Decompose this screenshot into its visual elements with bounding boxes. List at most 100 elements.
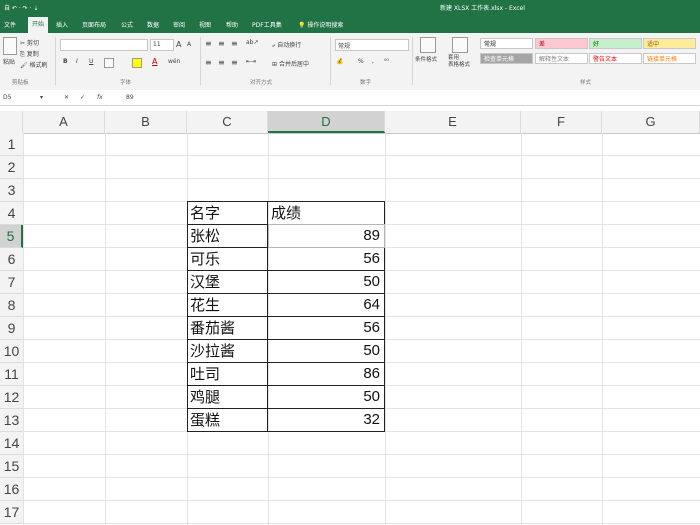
table-cell-name[interactable]: 张松 bbox=[187, 224, 268, 248]
cut-button[interactable]: ✂ 剪切 bbox=[20, 38, 39, 47]
table-header-score[interactable]: 成绩 bbox=[268, 201, 385, 225]
font-size-box[interactable]: 11 bbox=[150, 39, 174, 51]
column-header-b[interactable]: B bbox=[105, 111, 187, 133]
column-header-c[interactable]: C bbox=[187, 111, 268, 133]
align-center-icon[interactable]: ≡ bbox=[218, 58, 225, 67]
row-header-15[interactable]: 15 bbox=[0, 455, 23, 478]
table-cell-score[interactable]: 86 bbox=[268, 362, 385, 386]
table-header-name[interactable]: 名字 bbox=[187, 201, 268, 225]
row-header-1[interactable]: 1 bbox=[0, 133, 23, 156]
wrap-text-button[interactable]: ⤶ 自动换行 bbox=[272, 40, 301, 50]
table-cell-name[interactable]: 汉堡 bbox=[187, 270, 268, 294]
table-cell-name[interactable]: 可乐 bbox=[187, 247, 268, 271]
row-header-6[interactable]: 6 bbox=[0, 248, 23, 271]
tab-view[interactable]: 视图 bbox=[199, 20, 211, 29]
column-header-g[interactable]: G bbox=[602, 111, 700, 133]
fill-color-icon[interactable] bbox=[132, 58, 142, 68]
currency-icon[interactable]: 💰 bbox=[336, 58, 343, 65]
table-cell-name[interactable]: 番茄酱 bbox=[187, 316, 268, 340]
table-cell-score[interactable]: 56 bbox=[268, 316, 385, 340]
italic-button[interactable]: I bbox=[76, 58, 78, 65]
table-cell-score[interactable]: 50 bbox=[268, 385, 385, 409]
row-header-8[interactable]: 8 bbox=[0, 294, 23, 317]
row-header-7[interactable]: 7 bbox=[0, 271, 23, 294]
cell-style-5[interactable]: 解释性文本 bbox=[535, 53, 588, 64]
bold-button[interactable]: B bbox=[63, 58, 68, 65]
indent-icon[interactable]: ⇤⇥ bbox=[246, 58, 256, 65]
quick-access-toolbar[interactable]: 自 ↶ · ↷ · ⇣ bbox=[4, 3, 38, 12]
tab-review[interactable]: 审阅 bbox=[173, 20, 185, 29]
row-header-14[interactable]: 14 bbox=[0, 432, 23, 455]
row-header-17[interactable]: 17 bbox=[0, 501, 23, 524]
table-cell-name[interactable]: 花生 bbox=[187, 293, 268, 317]
underline-button[interactable]: U bbox=[89, 58, 93, 65]
table-cell-score[interactable]: 32 bbox=[268, 408, 385, 432]
comma-button[interactable]: , bbox=[372, 58, 374, 65]
align-bottom-icon[interactable]: ≡ bbox=[231, 39, 238, 48]
tab-insert[interactable]: 插入 bbox=[56, 20, 68, 29]
column-header-d[interactable]: D bbox=[268, 111, 385, 133]
paste-icon[interactable] bbox=[3, 37, 17, 55]
tab-home[interactable]: 开始 bbox=[28, 17, 49, 33]
number-format-box[interactable]: 常规 bbox=[335, 39, 409, 51]
row-header-3[interactable]: 3 bbox=[0, 179, 23, 202]
column-header-e[interactable]: E bbox=[385, 111, 521, 133]
tab-page-layout[interactable]: 页面布局 bbox=[82, 20, 106, 29]
cell-style-7[interactable]: 链接单元格 bbox=[643, 53, 696, 64]
row-header-16[interactable]: 16 bbox=[0, 478, 23, 501]
cell-style-0[interactable]: 常规 bbox=[480, 38, 533, 49]
orientation-icon[interactable]: ab↗ bbox=[246, 39, 259, 46]
conditional-format-button[interactable]: 条件格式 bbox=[415, 55, 437, 63]
cell-style-4[interactable]: 检查单元格 bbox=[480, 53, 533, 64]
table-cell-name[interactable]: 沙拉酱 bbox=[187, 339, 268, 363]
cancel-icon[interactable]: ✕ bbox=[64, 94, 69, 101]
row-header-11[interactable]: 11 bbox=[0, 363, 23, 386]
cell-style-3[interactable]: 适中 bbox=[643, 38, 696, 49]
format-as-table-button[interactable]: 套用 表格格式 bbox=[448, 55, 470, 69]
row-header-10[interactable]: 10 bbox=[0, 340, 23, 363]
table-cell-score[interactable]: 89 bbox=[268, 224, 385, 248]
tab-file[interactable]: 文件 bbox=[4, 20, 16, 29]
conditional-format-icon[interactable] bbox=[420, 37, 436, 53]
column-header-f[interactable]: F bbox=[521, 111, 602, 133]
name-box[interactable]: D5 bbox=[3, 94, 11, 101]
row-header-4[interactable]: 4 bbox=[0, 202, 23, 225]
tell-me-search[interactable]: 💡 操作说明搜索 bbox=[298, 20, 343, 29]
insert-function-button[interactable]: fx bbox=[97, 94, 103, 101]
table-cell-name[interactable]: 鸡腿 bbox=[187, 385, 268, 409]
cell-style-2[interactable]: 好 bbox=[589, 38, 642, 49]
align-top-icon[interactable]: ≡ bbox=[205, 39, 212, 48]
tab-data[interactable]: 数据 bbox=[147, 20, 159, 29]
font-color-button[interactable]: A bbox=[152, 57, 157, 66]
tab-help[interactable]: 帮助 bbox=[226, 20, 238, 29]
format-painter-button[interactable]: 🖌 格式刷 bbox=[20, 60, 48, 69]
table-cell-name[interactable]: 吐司 bbox=[187, 362, 268, 386]
format-as-table-icon[interactable] bbox=[452, 37, 468, 53]
row-header-13[interactable]: 13 bbox=[0, 409, 23, 432]
cell-style-1[interactable]: 差 bbox=[535, 38, 588, 49]
table-cell-score[interactable]: 50 bbox=[268, 270, 385, 294]
font-name-box[interactable] bbox=[60, 39, 148, 51]
align-middle-icon[interactable]: ≡ bbox=[218, 39, 225, 48]
table-cell-score[interactable]: 50 bbox=[268, 339, 385, 363]
cell-style-6[interactable]: 警告文本 bbox=[589, 53, 642, 64]
grow-font-button[interactable]: A bbox=[176, 40, 181, 49]
paste-button[interactable]: 粘贴 bbox=[3, 57, 15, 66]
percent-button[interactable]: % bbox=[358, 58, 364, 65]
row-header-12[interactable]: 12 bbox=[0, 386, 23, 409]
tab-formulas[interactable]: 公式 bbox=[121, 20, 133, 29]
name-box-dropdown-icon[interactable]: ▾ bbox=[40, 94, 43, 101]
tab-pdf-tools[interactable]: PDF工具集 bbox=[252, 20, 282, 29]
align-right-icon[interactable]: ≡ bbox=[231, 58, 238, 67]
column-header-a[interactable]: A bbox=[23, 111, 105, 133]
select-all-corner[interactable] bbox=[0, 111, 23, 133]
row-header-2[interactable]: 2 bbox=[0, 156, 23, 179]
row-header-5[interactable]: 5 bbox=[0, 225, 23, 248]
enter-icon[interactable]: ✓ bbox=[80, 94, 85, 101]
table-cell-name[interactable]: 蛋糕 bbox=[187, 408, 268, 432]
border-icon[interactable] bbox=[104, 58, 114, 68]
row-header-9[interactable]: 9 bbox=[0, 317, 23, 340]
merge-center-button[interactable]: ⊞ 合并后居中 bbox=[272, 59, 309, 68]
phonetic-button[interactable]: wén bbox=[168, 58, 180, 65]
decimal-icon[interactable]: ⁰⁰ bbox=[384, 58, 389, 65]
